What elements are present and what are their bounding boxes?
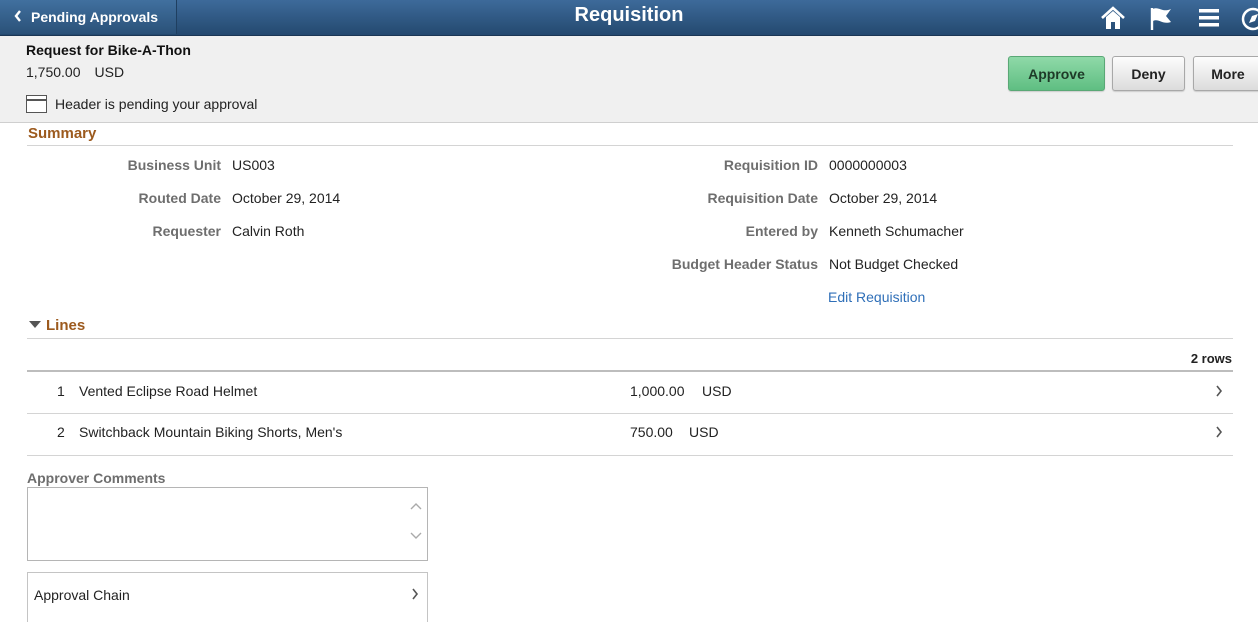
flag-icon[interactable] [1147, 4, 1175, 32]
routed-date-value: October 29, 2014 [232, 190, 341, 206]
line-number: 1 [57, 383, 65, 399]
approver-comments-label: Approver Comments [27, 470, 166, 486]
collapse-triangle-icon [29, 320, 41, 328]
line-description: Switchback Mountain Biking Shorts, Men's [79, 424, 343, 440]
more-button[interactable]: More [1193, 56, 1258, 91]
business-unit-value: US003 [232, 157, 275, 173]
summary-heading: Summary [28, 125, 97, 142]
back-label: Pending Approvals [31, 9, 159, 25]
line-currency: USD [702, 383, 732, 399]
chevron-right-icon [411, 587, 419, 606]
top-banner: Pending Approvals Requisition [0, 0, 1258, 36]
page-title: Requisition [574, 4, 684, 26]
chevron-left-icon [14, 9, 22, 25]
header-status-icon [26, 95, 47, 113]
routed-date-label: Routed Date [138, 190, 221, 206]
line-currency: USD [689, 424, 719, 440]
deny-button[interactable]: Deny [1112, 56, 1185, 91]
request-amount: 1,750.00 USD [26, 64, 124, 80]
requisition-header: Request for Bike-A-Thon 1,750.00 USD Head… [0, 36, 1258, 123]
scroll-up-icon[interactable] [410, 502, 422, 513]
budget-status-label: Budget Header Status [671, 256, 818, 272]
requester-value: Calvin Roth [232, 223, 305, 239]
lines-divider [27, 338, 1233, 339]
header-approval-status[interactable]: Header is pending your approval [26, 95, 257, 113]
lines-section-toggle[interactable]: Lines [29, 317, 85, 334]
row-divider [27, 455, 1233, 456]
entered-by-label: Entered by [745, 223, 818, 239]
requisition-id-value: 0000000003 [829, 157, 907, 173]
requisition-date-label: Requisition Date [707, 190, 818, 206]
line-description: Vented Eclipse Road Helmet [79, 383, 258, 399]
budget-status-value: Not Budget Checked [829, 256, 959, 272]
requisition-id-label: Requisition ID [723, 157, 818, 173]
menu-icon[interactable] [1195, 4, 1223, 32]
entered-by-value: Kenneth Schumacher [829, 223, 964, 239]
edit-requisition-link[interactable]: Edit Requisition [828, 289, 925, 305]
scroll-down-icon[interactable] [410, 532, 422, 543]
approve-button[interactable]: Approve [1008, 56, 1105, 91]
summary-divider [27, 145, 1233, 146]
approver-comments-box [27, 487, 428, 561]
requisition-date-value: October 29, 2014 [829, 190, 938, 206]
line-row[interactable]: 1 Vented Eclipse Road Helmet 1,000.00 US… [27, 372, 1233, 414]
amount-currency: USD [94, 64, 125, 80]
line-number: 2 [57, 424, 65, 440]
pending-text: Header is pending your approval [55, 96, 258, 112]
requester-label: Requester [152, 223, 221, 239]
home-icon[interactable] [1099, 4, 1127, 32]
approval-chain-label: Approval Chain [34, 587, 130, 603]
approval-chain-link[interactable]: Approval Chain [27, 572, 428, 622]
lines-heading: Lines [46, 317, 86, 334]
chevron-right-icon [1215, 384, 1223, 403]
navbar-icon[interactable] [1239, 4, 1258, 32]
business-unit-label: Business Unit [127, 157, 221, 173]
approver-comments-input[interactable] [28, 488, 408, 558]
back-button[interactable]: Pending Approvals [0, 0, 177, 34]
request-title: Request for Bike-A-Thon [26, 42, 191, 58]
line-row[interactable]: 2 Switchback Mountain Biking Shorts, Men… [27, 413, 1233, 455]
amount-value: 1,750.00 [26, 64, 81, 80]
rows-count: 2 rows [1190, 351, 1232, 366]
chevron-right-icon [1215, 425, 1223, 444]
line-amount: 750.00 [630, 424, 673, 440]
line-amount: 1,000.00 [630, 383, 685, 399]
